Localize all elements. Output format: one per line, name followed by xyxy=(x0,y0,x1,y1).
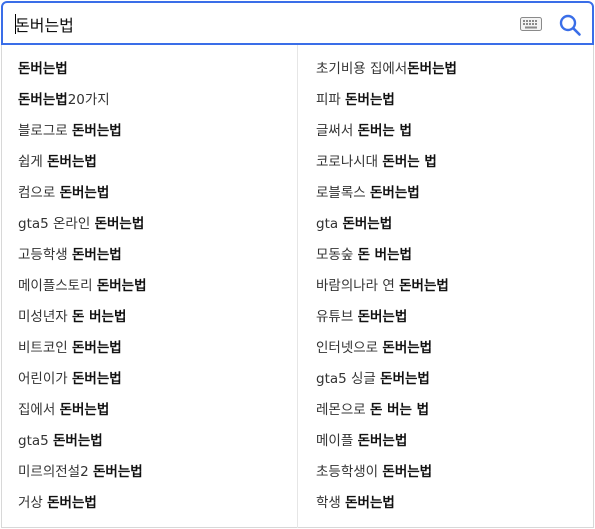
suggestion-match: 돈버는법 xyxy=(59,402,110,418)
suggestion-match: 돈버는법 xyxy=(345,92,395,108)
suggestion-match: 돈 버는법 xyxy=(71,309,127,325)
suggestion-item[interactable]: gta5 싱글 돈버는법 xyxy=(298,364,594,395)
suggestion-item[interactable]: 집에서 돈버는법 xyxy=(2,395,297,426)
suggestion-item[interactable]: 피파 돈버는법 xyxy=(298,85,594,116)
suggestion-column-right: 초기비용 집에서돈버는법 피파 돈버는법 글써서 돈버는 법 코로나시대 돈버는 법로… xyxy=(298,45,594,528)
suggestion-prefix: 블로그로 xyxy=(18,123,72,139)
suggestion-prefix: 초등학생이 xyxy=(316,464,383,480)
suggestion-prefix: 글써서 xyxy=(316,123,358,139)
suggestion-prefix: 코로나시대 xyxy=(316,154,383,170)
suggestion-item[interactable]: 초기비용 집에서돈버는법 xyxy=(298,54,594,85)
suggestion-prefix: 인터넷으로 xyxy=(316,340,383,356)
suggestion-match: 돈버는법 xyxy=(47,154,97,170)
suggestion-match: 돈버는법 xyxy=(71,123,122,139)
suggestion-item[interactable]: 학생 돈버는법 xyxy=(298,488,594,519)
suggestion-item[interactable]: 인터넷으로 돈버는법 xyxy=(298,333,594,364)
suggestion-suffix: 20가지 xyxy=(67,92,110,108)
suggestion-match: 돈버는법 xyxy=(71,371,122,387)
suggestion-item[interactable]: 쉽게 돈버는법 xyxy=(2,147,297,178)
suggestion-prefix: 컴으로 xyxy=(18,185,60,201)
suggestion-match: 돈버는법 xyxy=(47,495,97,511)
suggestion-prefix: gta xyxy=(316,216,343,232)
suggestion-match: 돈버는법 xyxy=(357,309,408,325)
suggestion-match: 돈버는법 xyxy=(369,185,420,201)
suggestion-item[interactable]: 모동숲 돈 버는법 xyxy=(298,240,594,271)
search-widget: 돈버는법돈버는법20가지블로그로 돈버는법쉽게 돈버는법컴으로 돈버는법gta5… xyxy=(0,0,595,529)
suggestion-match: 돈버는법 xyxy=(382,340,433,356)
suggestion-match: 돈 버는법 xyxy=(357,247,412,263)
suggestion-prefix: 유튜브 xyxy=(316,309,358,325)
suggestion-item[interactable]: 돈버는법 xyxy=(2,54,297,85)
suggestion-item[interactable]: gta5 돈버는법 xyxy=(2,426,297,457)
suggestion-item[interactable]: 유튜브 돈버는법 xyxy=(298,302,594,333)
search-icon[interactable] xyxy=(558,13,582,37)
suggestion-item[interactable]: 레몬으로 돈 버는 법 xyxy=(298,395,594,426)
suggestion-match: 돈버는법 xyxy=(96,278,147,294)
suggestion-match: 돈버는법 xyxy=(380,371,430,387)
suggestion-match: 돈버는법 xyxy=(59,185,110,201)
suggestion-item[interactable]: 초등학생이 돈버는법 xyxy=(298,457,594,488)
suggestion-prefix: 메이플스토리 xyxy=(18,278,97,294)
suggestion-prefix: 레몬으로 xyxy=(316,402,370,418)
suggestion-item[interactable]: 블로그로 돈버는법 xyxy=(2,116,297,147)
suggestion-prefix: 어린이가 xyxy=(18,371,72,387)
suggestion-item[interactable]: 바람의나라 연 돈버는법 xyxy=(298,271,594,302)
suggestion-prefix: 피파 xyxy=(316,92,346,108)
suggestion-match: 돈버는법 xyxy=(407,61,457,77)
suggestion-match: 돈 버는 법 xyxy=(369,402,430,418)
suggestion-item[interactable]: 돈버는법20가지 xyxy=(2,85,297,116)
suggestion-item[interactable]: 거상 돈버는법 xyxy=(2,488,297,519)
suggestion-match: 돈버는법 xyxy=(92,464,143,480)
suggestion-prefix: 메이플 xyxy=(316,433,358,449)
suggestion-item[interactable]: 고등학생 돈버는법 xyxy=(2,240,297,271)
suggestion-prefix: gta5 싱글 xyxy=(316,371,381,387)
suggestion-prefix: gta5 온라인 xyxy=(18,216,95,232)
suggestion-item[interactable]: gta 돈버는법 xyxy=(298,209,594,240)
suggestion-match: 돈버는 법 xyxy=(357,123,412,139)
search-bar xyxy=(1,1,594,45)
suggestion-item[interactable]: 컴으로 돈버는법 xyxy=(2,178,297,209)
suggestion-item[interactable]: 글써서 돈버는 법 xyxy=(298,116,594,147)
suggestion-prefix: 학생 xyxy=(316,495,346,511)
suggestion-item[interactable]: 메이플스토리 돈버는법 xyxy=(2,271,297,302)
keyboard-icon[interactable] xyxy=(520,17,542,31)
suggestion-item[interactable]: 비트코인 돈버는법 xyxy=(2,333,297,364)
suggestion-prefix: 초기비용 집에서 xyxy=(316,61,408,77)
suggestion-prefix: 고등학생 xyxy=(18,247,72,263)
suggestion-prefix: 바람의나라 연 xyxy=(316,278,400,294)
suggestion-item[interactable]: 미르의전설2 돈버는법 xyxy=(2,457,297,488)
suggestion-prefix: 미르의전설2 xyxy=(18,464,93,480)
suggestion-column-left: 돈버는법 돈버는법20가지 블로그로 돈버는법 쉽게 돈버는법 컴으로 돈버는법 gta5… xyxy=(2,45,298,528)
suggestion-match: 돈버는법 xyxy=(94,216,145,232)
suggestion-item[interactable]: 어린이가 돈버는법 xyxy=(2,364,297,395)
suggestion-prefix: 거상 xyxy=(18,495,48,511)
suggestion-match: 돈버는법 xyxy=(345,495,395,511)
text-caret xyxy=(15,14,16,34)
suggestion-match: 돈버는법 xyxy=(382,464,433,480)
suggestion-prefix: 로블록스 xyxy=(316,185,370,201)
suggestion-prefix: 비트코인 xyxy=(18,340,72,356)
suggestion-match: 돈버는법 xyxy=(357,433,408,449)
search-input[interactable] xyxy=(15,11,495,37)
suggestion-match: 돈버는 법 xyxy=(382,154,437,170)
suggestion-item[interactable]: 코로나시대 돈버는 법 xyxy=(298,147,594,178)
suggestion-item[interactable]: 로블록스 돈버는법 xyxy=(298,178,594,209)
suggestion-prefix: gta5 xyxy=(18,433,54,449)
suggestion-item[interactable]: gta5 온라인 돈버는법 xyxy=(2,209,297,240)
suggestion-prefix: 쉽게 xyxy=(18,154,48,170)
suggestion-dropdown: 돈버는법 돈버는법20가지 블로그로 돈버는법 쉽게 돈버는법 컴으로 돈버는법 gta5… xyxy=(1,45,594,528)
suggestion-match: 돈버는법 xyxy=(53,433,103,449)
suggestion-prefix: 집에서 xyxy=(18,402,60,418)
suggestion-match: 돈버는법 xyxy=(342,216,393,232)
suggestion-match: 돈버는법 xyxy=(399,278,449,294)
suggestion-prefix: 미성년자 xyxy=(18,309,72,325)
suggestion-match: 돈버는법 xyxy=(71,340,122,356)
suggestion-item[interactable]: 미성년자 돈 버는법 xyxy=(2,302,297,333)
suggestion-prefix: 모동숲 xyxy=(316,247,358,263)
suggestion-match: 돈버는법 xyxy=(18,92,68,108)
suggestion-match: 돈버는법 xyxy=(71,247,122,263)
suggestion-match: 돈버는법 xyxy=(18,61,68,77)
suggestion-item[interactable]: 메이플 돈버는법 xyxy=(298,426,594,457)
